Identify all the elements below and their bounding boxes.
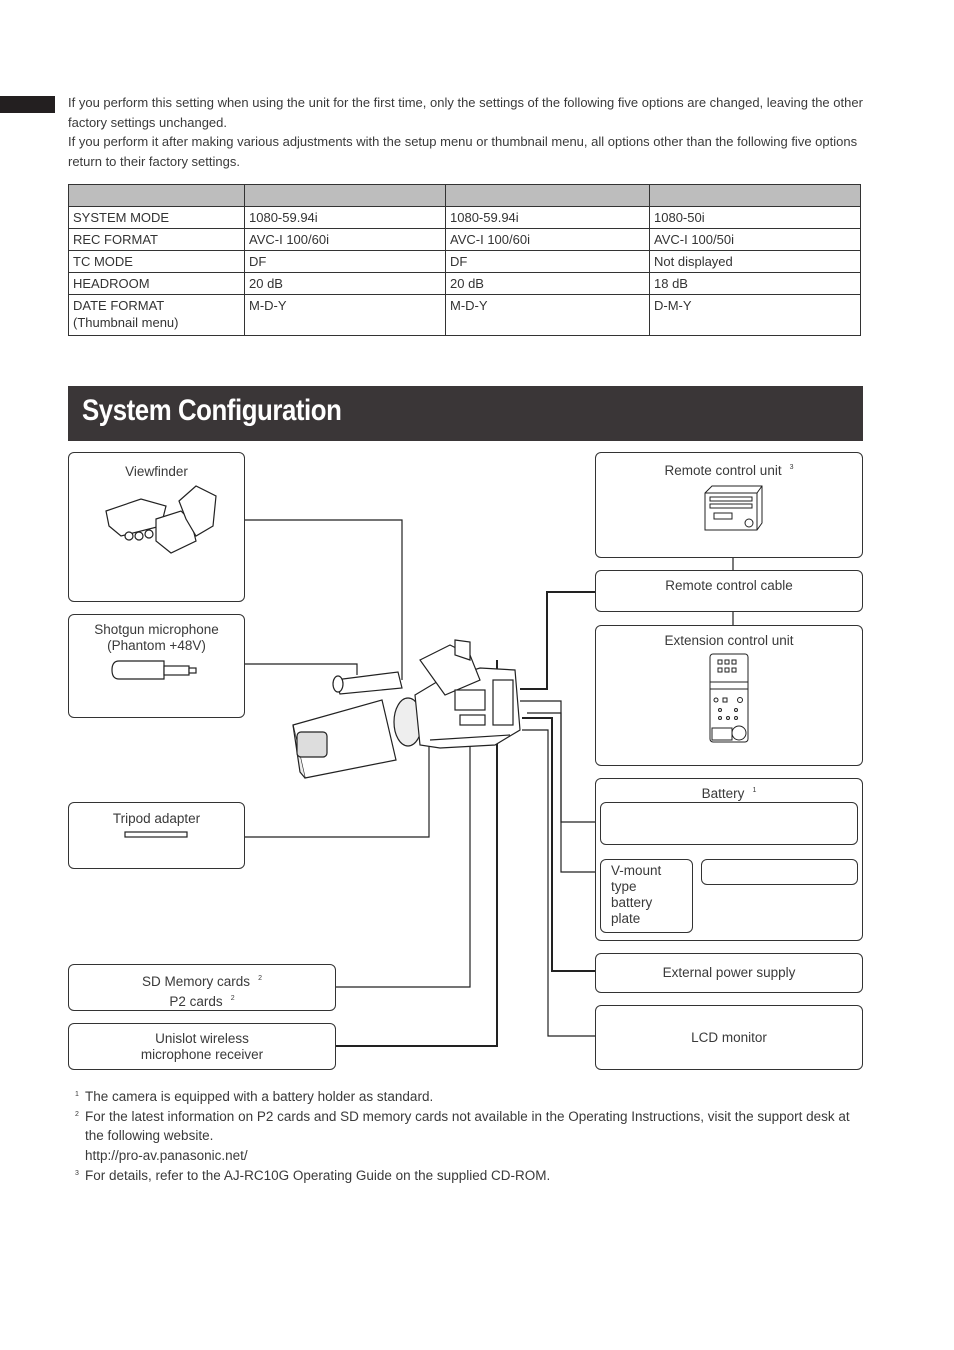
viewfinder-label: Viewfinder — [125, 464, 188, 479]
vmount-label: V-mount type battery plate — [611, 863, 661, 927]
footnote-ref: 2 — [230, 995, 235, 1002]
line-battery — [520, 700, 597, 823]
remote-unit-text: Remote control unit — [664, 463, 782, 478]
unislot-label-2: microphone receiver — [140, 1047, 264, 1062]
tripod-adapter-icon — [124, 831, 188, 838]
footnote-3: 3 For details, refer to the AJ-RC10G Oper… — [75, 1166, 860, 1186]
line-remote-cable — [520, 591, 597, 690]
viewfinder-box: Viewfinder — [68, 452, 245, 602]
remote-unit-label: Remote control unit 3 — [596, 459, 862, 479]
extension-control-unit-box: Extension control unit — [595, 625, 863, 766]
footnote-number: 2 — [75, 1110, 79, 1118]
footnote-text: The camera is equipped with a battery ho… — [85, 1089, 434, 1104]
microphone-icon — [111, 660, 197, 680]
shotgun-microphone-box: Shotgun microphone (Phantom +48V) — [68, 614, 245, 718]
external-power-supply-box: External power supply — [595, 953, 863, 993]
memory-cards-box: SD Memory cards 2 P2 cards 2 — [68, 964, 336, 1011]
line-external-power — [522, 717, 597, 972]
external-power-label: External power supply — [662, 965, 796, 980]
footnotes: 1 The camera is equipped with a battery h… — [75, 1087, 860, 1186]
shotgun-mic-label-2: (Phantom +48V) — [107, 638, 206, 653]
vmount-line: V-mount — [611, 863, 662, 878]
lcd-monitor-box: LCD monitor — [595, 1005, 863, 1070]
tripod-adapter-label: Tripod adapter — [112, 811, 201, 826]
tripod-adapter-box: Tripod adapter — [68, 802, 245, 869]
remote-control-unit-box: Remote control unit 3 — [595, 452, 863, 558]
battery-box: Battery 1 V-mount type battery plate — [595, 778, 863, 941]
extension-control-unit-icon — [709, 653, 749, 743]
camera-illustration — [292, 639, 521, 779]
line-lcd-monitor — [522, 729, 597, 1037]
vmount-line: plate — [611, 911, 641, 926]
unislot-label-1: Unislot wireless — [155, 1031, 249, 1046]
sd-cards-label: SD Memory cards 2 — [69, 970, 335, 990]
footnote-ref: 2 — [258, 975, 262, 982]
extension-unit-label: Extension control unit — [664, 633, 794, 648]
vmount-battery-plate-box: V-mount type battery plate — [600, 859, 693, 933]
battery-slot-1 — [600, 802, 858, 845]
footnote-ref: 1 — [752, 787, 757, 794]
p2-cards-label: P2 cards 2 — [69, 990, 335, 1010]
lcd-monitor-label: LCD monitor — [691, 1030, 767, 1045]
footnote-text: For the latest information on P2 cards a… — [85, 1108, 850, 1144]
battery-slot-2 — [701, 859, 858, 885]
vmount-line: battery — [611, 895, 653, 910]
unislot-receiver-box: Unislot wireless microphone receiver — [68, 1023, 336, 1070]
sd-cards-text: SD Memory cards — [142, 974, 251, 989]
p2-cards-text: P2 cards — [169, 994, 223, 1009]
footnote-text: For details, refer to the AJ-RC10G Opera… — [85, 1167, 551, 1183]
vmount-line: type — [611, 879, 637, 894]
line-viewfinder — [244, 519, 403, 680]
shotgun-mic-label-1: Shotgun microphone — [94, 622, 219, 637]
remote-control-unit-icon — [704, 485, 763, 531]
battery-label: Battery 1 — [596, 782, 862, 802]
footnote-number: 3 — [75, 1169, 79, 1177]
remote-cable-label: Remote control cable — [665, 578, 793, 593]
footnote-2: 2 For the latest information on P2 cards … — [75, 1107, 860, 1166]
line-vmount — [527, 712, 600, 873]
line-shotgun-mic — [244, 663, 358, 675]
viewfinder-icon — [105, 485, 217, 554]
footnote-ref: 3 — [789, 464, 794, 471]
footnote-number: 1 — [75, 1091, 79, 1098]
support-website-link[interactable]: http://pro-av.panasonic.net/ — [85, 1148, 248, 1163]
battery-text: Battery — [701, 786, 745, 801]
remote-control-cable-box: Remote control cable — [595, 570, 863, 612]
footnote-1: 1 The camera is equipped with a battery h… — [75, 1087, 860, 1107]
